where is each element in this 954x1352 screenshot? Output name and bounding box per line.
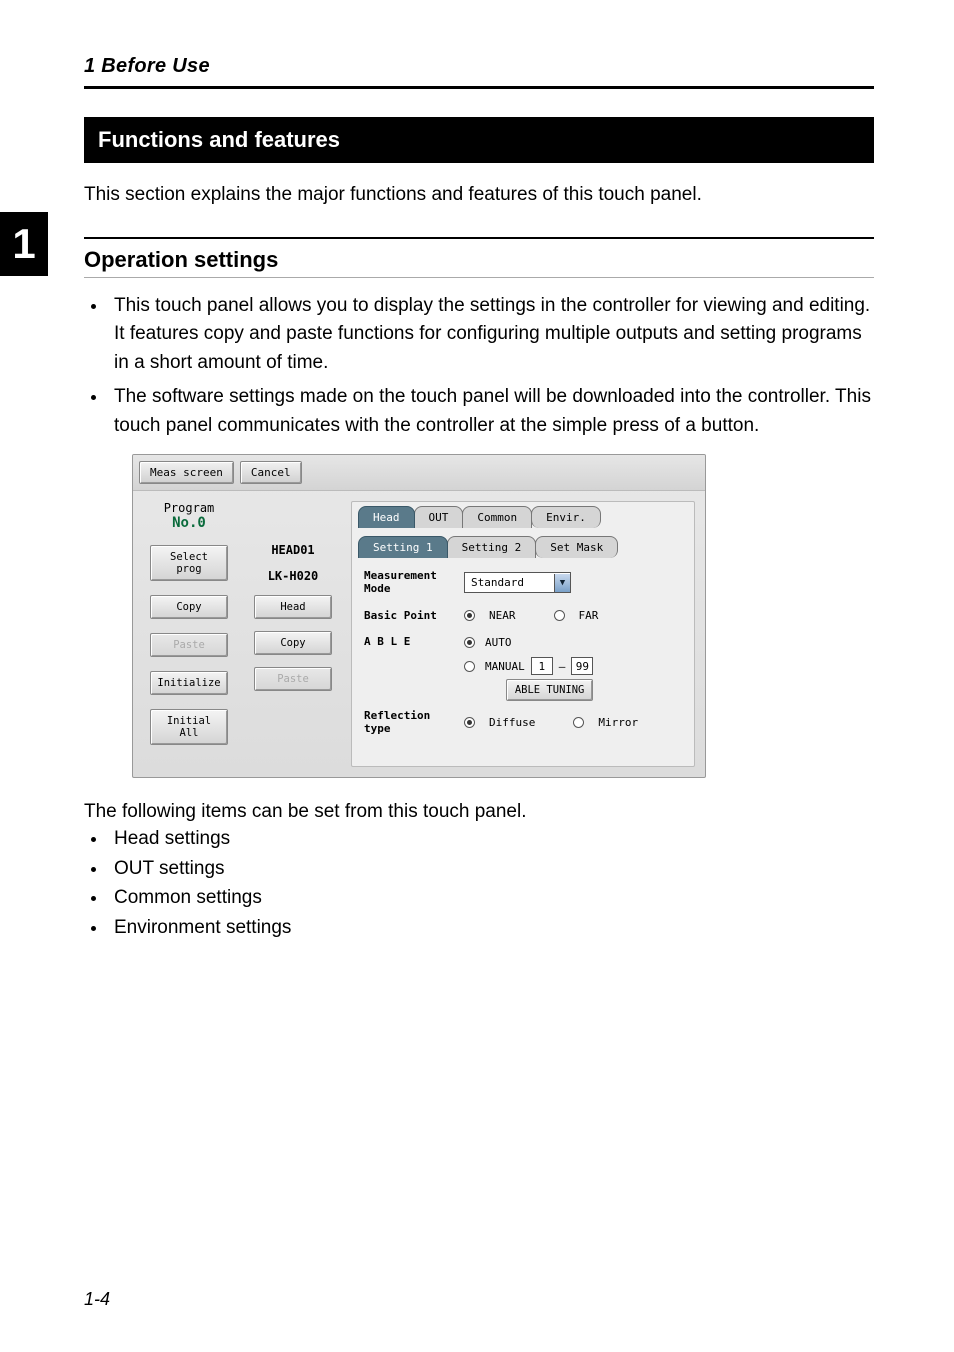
measurement-mode-select[interactable]: Standard ▼: [464, 572, 571, 593]
reflection-mirror-label: Mirror: [598, 716, 638, 729]
able-auto-radio[interactable]: [464, 637, 475, 648]
reflection-mirror-radio[interactable]: [573, 717, 584, 728]
post-screenshot-text: The following items can be set from this…: [84, 798, 874, 826]
item-head-settings: Head settings: [108, 825, 874, 853]
select-program-button[interactable]: Select prog: [150, 545, 228, 581]
settings-screenshot: Meas screen Cancel Program No.0 Select p…: [132, 454, 706, 778]
able-manual-label: MANUAL: [485, 660, 525, 673]
tab-set-mask[interactable]: Set Mask: [535, 536, 618, 558]
subsection-rule-bottom: [84, 277, 874, 278]
tab-meas-screen[interactable]: Meas screen: [139, 461, 234, 484]
program-label: Program: [164, 501, 215, 515]
tab-common[interactable]: Common: [462, 506, 532, 528]
screenshot-left-column: Program No.0 Select prog Copy Paste Init…: [143, 501, 235, 745]
basic-point-near-radio[interactable]: [464, 610, 475, 621]
basic-point-far-radio[interactable]: [554, 610, 565, 621]
program-copy-button[interactable]: Copy: [150, 595, 228, 619]
item-environment-settings: Environment settings: [108, 914, 874, 942]
chapter-header-rule: [84, 86, 874, 89]
able-auto-label: AUTO: [485, 636, 512, 649]
head-id-label: HEAD01: [271, 543, 314, 557]
reflection-diffuse-radio[interactable]: [464, 717, 475, 728]
screenshot-mid-column: HEAD01 LK-H020 Head Copy Paste: [243, 501, 343, 691]
bullet-1: This touch panel allows you to display t…: [108, 292, 874, 378]
reflection-type-label: Reflection type: [364, 710, 454, 735]
initial-all-button[interactable]: Initial All: [150, 709, 228, 745]
chevron-down-icon: ▼: [554, 574, 570, 592]
head-select-button[interactable]: Head: [254, 595, 332, 619]
page-number: 1-4: [84, 1289, 110, 1310]
measurement-mode-value: Standard: [465, 573, 554, 592]
item-common-settings: Common settings: [108, 884, 874, 912]
program-number: No.0: [164, 515, 215, 531]
basic-point-label: Basic Point: [364, 610, 454, 623]
able-manual-radio[interactable]: [464, 661, 475, 672]
item-out-settings: OUT settings: [108, 855, 874, 883]
able-manual-to-input[interactable]: 99: [571, 657, 593, 675]
settable-items-list: Head settings OUT settings Common settin…: [108, 825, 874, 941]
able-label: A B L E: [364, 636, 454, 649]
tab-cancel[interactable]: Cancel: [240, 461, 302, 484]
tab-head[interactable]: Head: [358, 506, 415, 528]
head-paste-button[interactable]: Paste: [254, 667, 332, 691]
able-range-dash: –: [559, 660, 566, 673]
basic-point-far-label: FAR: [579, 609, 599, 622]
row-basic-point: Basic Point NEAR FAR: [364, 609, 684, 622]
chapter-header: 1 Before Use: [84, 55, 874, 78]
tab-environment[interactable]: Envir.: [531, 506, 601, 528]
row-reflection-type: Reflection type Diffuse Mirror: [364, 710, 684, 735]
able-tuning-button[interactable]: ABLE TUNING: [506, 679, 594, 701]
able-manual-from-input[interactable]: 1: [531, 657, 553, 675]
upper-tab-row: Head OUT Common Envir.: [352, 502, 694, 528]
head-copy-button[interactable]: Copy: [254, 631, 332, 655]
subsection-title: Operation settings: [84, 247, 874, 273]
head-model-label: LK-H020: [268, 569, 319, 583]
program-paste-button[interactable]: Paste: [150, 633, 228, 657]
program-indicator: Program No.0: [164, 501, 215, 531]
basic-point-near-label: NEAR: [489, 609, 516, 622]
screenshot-right-panel: Head OUT Common Envir. Setting 1 Setting…: [351, 501, 695, 767]
initialize-button[interactable]: Initialize: [150, 671, 228, 695]
subsection-rule-top: [84, 237, 874, 239]
screenshot-top-tabs: Meas screen Cancel: [133, 455, 705, 491]
reflection-diffuse-label: Diffuse: [489, 716, 535, 729]
bullet-2: The software settings made on the touch …: [108, 383, 874, 440]
tab-setting1[interactable]: Setting 1: [358, 536, 448, 558]
lower-tab-row: Setting 1 Setting 2 Set Mask: [352, 528, 694, 558]
row-measurement-mode: Measurement Mode Standard ▼: [364, 570, 684, 595]
operation-settings-bullets: This touch panel allows you to display t…: [108, 292, 874, 441]
chapter-tab-badge: 1: [0, 212, 48, 276]
section-intro: This section explains the major function…: [84, 181, 874, 209]
tab-setting2[interactable]: Setting 2: [447, 536, 537, 558]
section-title: Functions and features: [84, 117, 874, 163]
tab-out[interactable]: OUT: [414, 506, 464, 528]
measurement-mode-label: Measurement Mode: [364, 570, 454, 595]
row-able: A B L E AUTO MANUAL 1 – 99: [364, 636, 684, 696]
